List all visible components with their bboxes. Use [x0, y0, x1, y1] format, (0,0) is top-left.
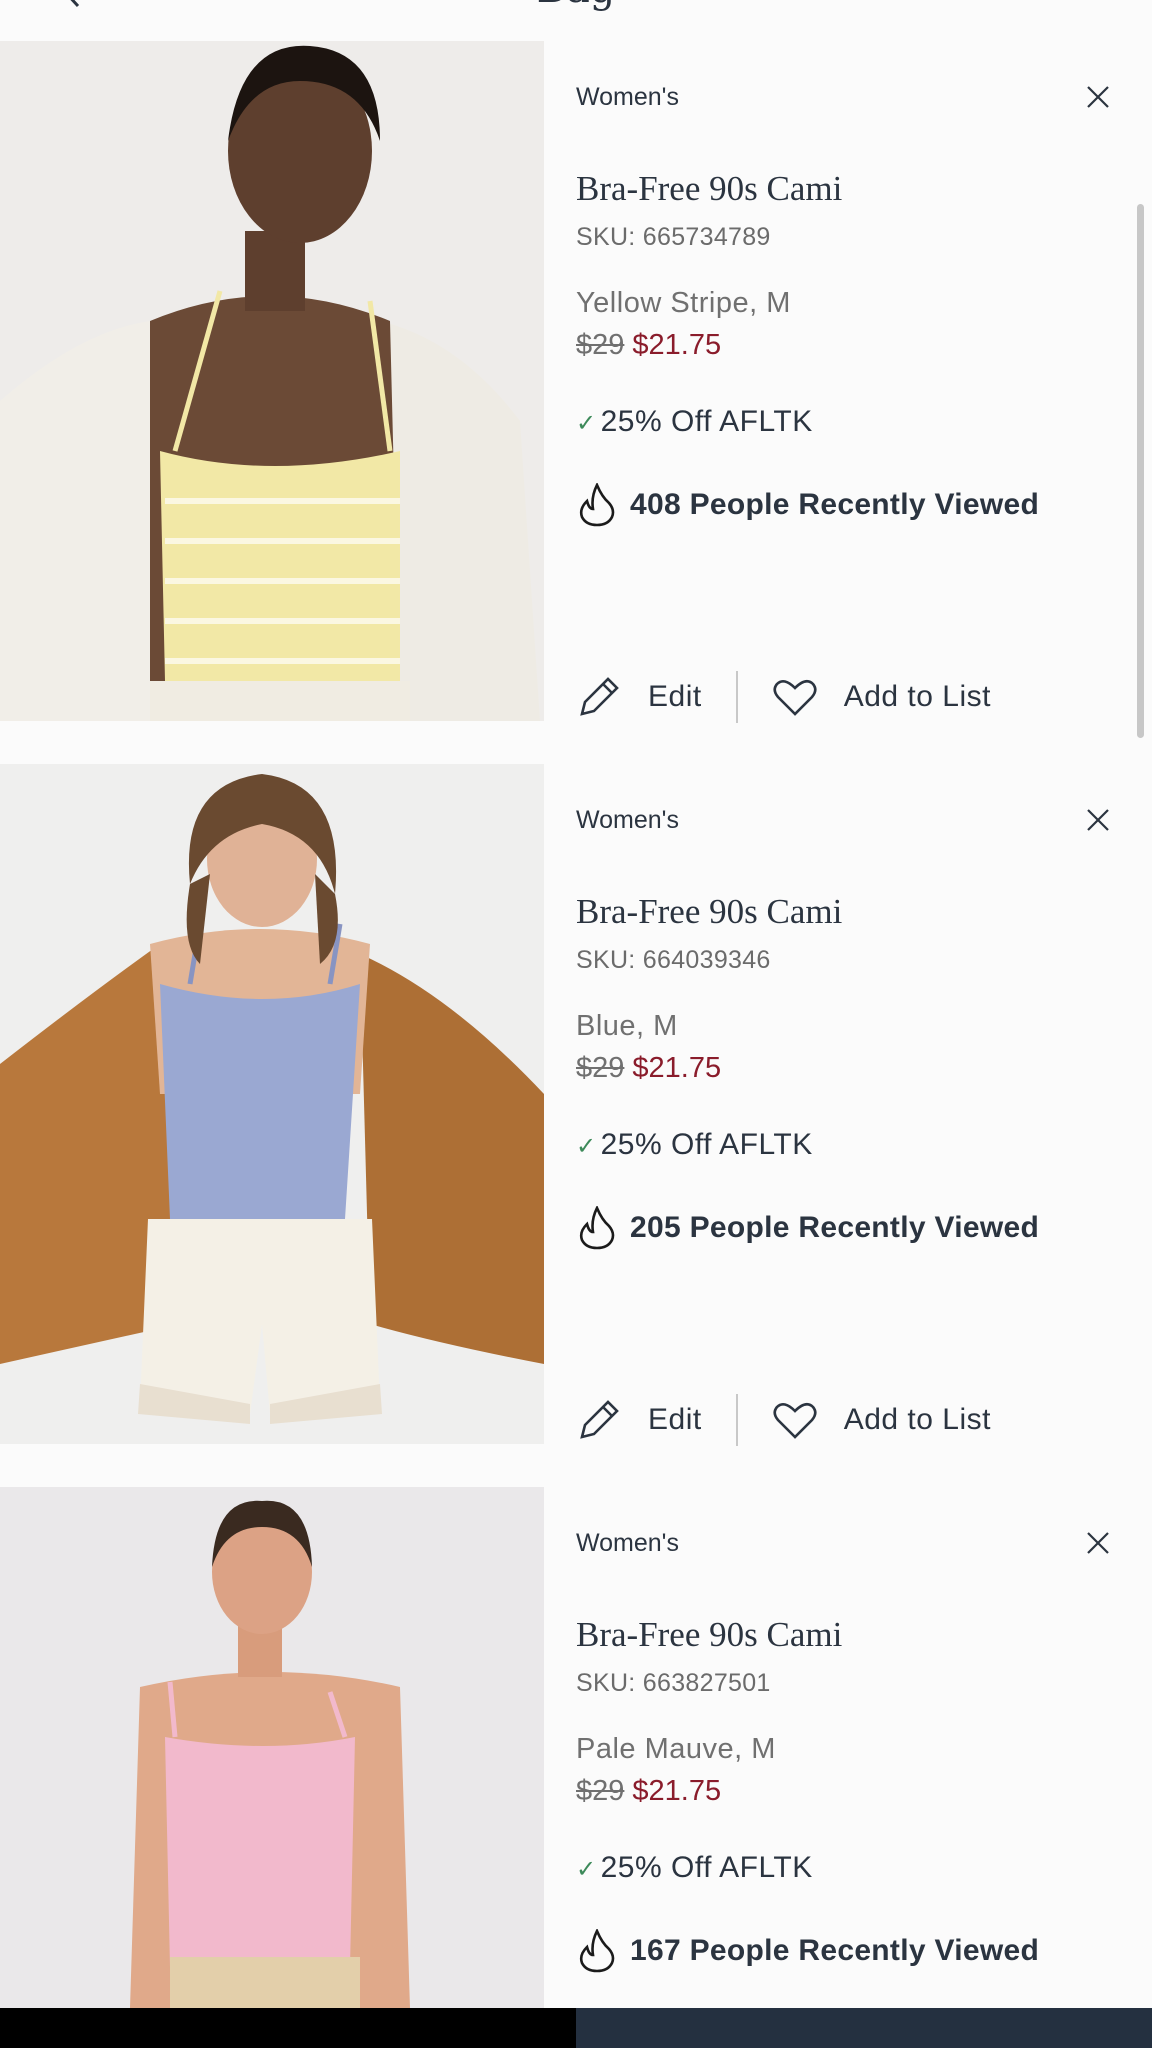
sale-price: $21.75	[632, 1775, 722, 1807]
add-to-list-label: Add to List	[843, 1403, 991, 1436]
price-row: $29 $21.75	[576, 329, 721, 362]
item-details: Women's Bra-Free 90s Cami SKU: 663827501…	[576, 1487, 1152, 2008]
viewed-count: 167 People Recently Viewed	[630, 1934, 1040, 1967]
product-sku: SKU: 664039346	[576, 946, 771, 974]
item-actions: Edit Add to List	[576, 1390, 991, 1450]
bag-item: Women's Bra-Free 90s Cami SKU: 663827501…	[0, 1487, 1152, 2008]
heart-icon	[773, 679, 817, 716]
product-name[interactable]: Bra-Free 90s Cami	[576, 1615, 842, 1655]
item-category: Women's	[576, 806, 679, 834]
product-image[interactable]	[0, 764, 544, 1444]
header: Bag	[0, 0, 1152, 40]
original-price: $29	[576, 329, 625, 361]
pencil-icon	[580, 677, 619, 716]
price-row: $29 $21.75	[576, 1775, 721, 1808]
original-price: $29	[576, 1775, 625, 1807]
item-details: Women's Bra-Free 90s Cami SKU: 664039346…	[576, 764, 1152, 1446]
product-variant: Blue, M	[576, 1010, 678, 1042]
add-to-list-button[interactable]: Add to List	[772, 676, 991, 718]
close-icon[interactable]	[1084, 806, 1112, 834]
item-category: Women's	[576, 83, 679, 111]
close-icon[interactable]	[1084, 1529, 1112, 1557]
checkout-bar[interactable]	[576, 2008, 1152, 2048]
promo-label: 25% Off AFLTK	[600, 1128, 813, 1161]
sale-price: $21.75	[632, 1052, 722, 1084]
recently-viewed: 205 People Recently Viewed	[578, 1206, 1039, 1250]
viewed-count: 408 People Recently Viewed	[630, 488, 1040, 521]
recently-viewed: 167 People Recently Viewed	[578, 1929, 1039, 1973]
product-name[interactable]: Bra-Free 90s Cami	[576, 169, 842, 209]
product-sku: SKU: 665734789	[576, 223, 771, 251]
check-icon: ✓	[576, 1856, 597, 1883]
bag-item: Women's Bra-Free 90s Cami SKU: 664039346…	[0, 764, 1152, 1446]
action-divider	[735, 1394, 738, 1446]
flame-icon	[579, 1206, 615, 1250]
viewed-count: 205 People Recently Viewed	[630, 1211, 1040, 1244]
product-name[interactable]: Bra-Free 90s Cami	[576, 892, 842, 932]
flame-icon	[579, 1929, 615, 1973]
close-icon[interactable]	[1084, 83, 1112, 111]
product-variant: Pale Mauve, M	[576, 1733, 776, 1765]
item-category: Women's	[576, 1529, 679, 1557]
item-details: Women's Bra-Free 90s Cami SKU: 665734789…	[576, 41, 1152, 723]
sale-price: $21.75	[632, 329, 722, 361]
product-image[interactable]	[0, 1487, 544, 2008]
promo-label: 25% Off AFLTK	[600, 405, 813, 438]
item-actions: Edit Add to List	[576, 667, 991, 727]
recently-viewed: 408 People Recently Viewed	[578, 483, 1039, 527]
promo-applied: ✓ 25% Off AFLTK	[576, 1128, 813, 1162]
heart-icon	[773, 1402, 817, 1439]
promo-applied: ✓ 25% Off AFLTK	[576, 405, 813, 439]
flame-icon	[579, 483, 615, 527]
check-icon: ✓	[576, 1133, 597, 1160]
scrollbar[interactable]	[1137, 204, 1144, 738]
price-row: $29 $21.75	[576, 1052, 721, 1085]
edit-button[interactable]: Edit	[576, 674, 702, 720]
add-to-list-button[interactable]: Add to List	[772, 1399, 991, 1441]
product-sku: SKU: 663827501	[576, 1669, 771, 1697]
original-price: $29	[576, 1052, 625, 1084]
edit-label: Edit	[648, 680, 702, 713]
edit-button[interactable]: Edit	[576, 1397, 702, 1443]
bag-item: Women's Bra-Free 90s Cami SKU: 665734789…	[0, 41, 1152, 723]
product-variant: Yellow Stripe, M	[576, 287, 791, 319]
add-to-list-label: Add to List	[843, 680, 991, 713]
bottom-bar	[0, 2008, 1152, 2048]
edit-label: Edit	[648, 1403, 702, 1436]
promo-applied: ✓ 25% Off AFLTK	[576, 1851, 813, 1885]
product-image[interactable]	[0, 41, 544, 721]
check-icon: ✓	[576, 410, 597, 437]
action-divider	[735, 671, 738, 723]
page-title: Bag	[0, 0, 1152, 12]
promo-label: 25% Off AFLTK	[600, 1851, 813, 1884]
pencil-icon	[580, 1400, 619, 1439]
